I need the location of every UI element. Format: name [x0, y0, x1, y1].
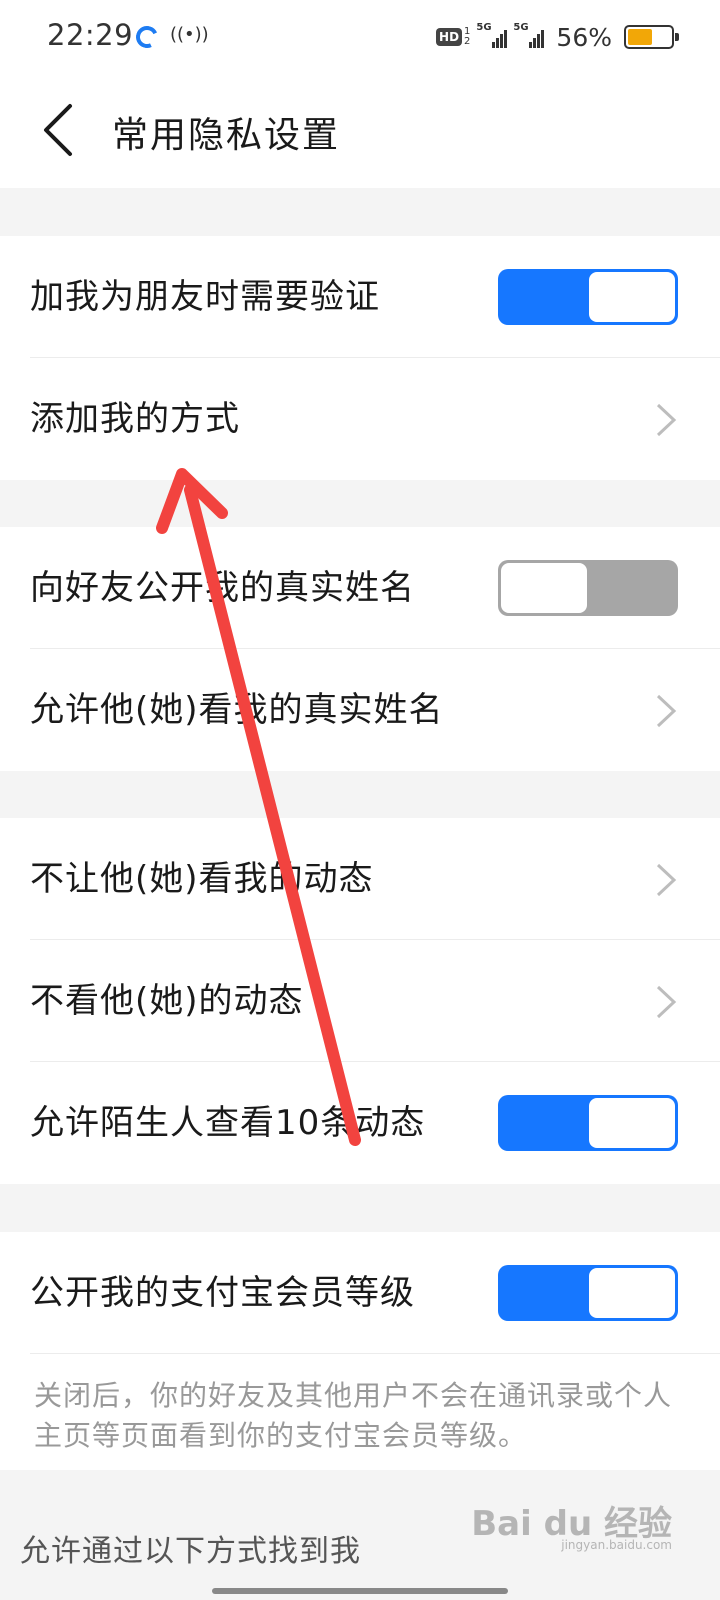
setting-row-allow-view-real-name[interactable]: 允许他(她)看我的真实姓名	[0, 649, 720, 771]
status-time: 22:29	[47, 18, 134, 52]
friend-verification-toggle[interactable]	[498, 269, 678, 325]
stranger-view-moments-toggle[interactable]	[498, 1095, 678, 1151]
member-level-hint: 关闭后，你的好友及其他用户不会在通讯录或个人主页等页面看到你的支付宝会员等级。	[34, 1379, 673, 1452]
show-real-name-toggle[interactable]	[498, 560, 678, 616]
setting-row-stranger-view-moments[interactable]: 允许陌生人查看10条动态	[0, 1062, 720, 1184]
chevron-right-icon	[656, 403, 677, 437]
sync-icon	[132, 22, 162, 52]
setting-label: 不让他(她)看我的动态	[30, 859, 374, 899]
chevron-left-icon	[44, 104, 72, 156]
public-member-level-toggle[interactable]	[498, 1265, 678, 1321]
back-button[interactable]	[32, 98, 92, 162]
chevron-right-icon	[656, 985, 677, 1019]
hotspot-icon: ((•))	[170, 24, 209, 45]
setting-label: 允许他(她)看我的真实姓名	[30, 690, 444, 730]
setting-row-hide-their-moments[interactable]: 不看他(她)的动态	[0, 940, 720, 1062]
setting-label: 公开我的支付宝会员等级	[30, 1273, 415, 1313]
setting-row-add-me-methods[interactable]: 添加我的方式	[0, 358, 720, 480]
battery-icon	[624, 25, 679, 49]
watermark-url: jingyan.baidu.com	[561, 1538, 672, 1552]
setting-label: 加我为朋友时需要验证	[30, 277, 380, 317]
status-bar: 22:29 ((•)) HD 1 2 5G 5G 56%	[0, 0, 720, 76]
signal-icon: 5G	[476, 22, 508, 48]
settings-group: 加我为朋友时需要验证 添加我的方式	[0, 236, 720, 480]
nav-bar: 常用隐私设置	[0, 76, 720, 188]
battery-fill	[628, 29, 652, 45]
hd-icon: HD	[436, 28, 463, 46]
hd-sim-indicator: 1 2	[464, 26, 471, 47]
setting-row-public-member-level[interactable]: 公开我的支付宝会员等级	[0, 1232, 720, 1354]
battery-percent: 56%	[556, 22, 612, 52]
chevron-right-icon	[656, 863, 677, 897]
setting-label: 允许陌生人查看10条动态	[30, 1103, 426, 1143]
home-indicator[interactable]	[212, 1588, 508, 1594]
settings-group: 不让他(她)看我的动态 不看他(她)的动态 允许陌生人查看10条动态	[0, 818, 720, 1184]
section-header: 允许通过以下方式找到我	[20, 1534, 361, 1569]
setting-label: 不看他(她)的动态	[30, 981, 304, 1021]
signal-icon: 5G	[513, 22, 545, 48]
setting-label: 添加我的方式	[30, 399, 240, 439]
status-indicators: HD 1 2 5G 5G 56%	[436, 20, 679, 54]
setting-row-friend-verification[interactable]: 加我为朋友时需要验证	[0, 236, 720, 358]
setting-label: 向好友公开我的真实姓名	[30, 568, 415, 608]
setting-row-hide-my-moments[interactable]: 不让他(她)看我的动态	[0, 818, 720, 940]
page-title: 常用隐私设置	[112, 115, 341, 156]
chevron-right-icon	[656, 694, 677, 728]
divider	[30, 1353, 720, 1354]
settings-group: 向好友公开我的真实姓名 允许他(她)看我的真实姓名	[0, 527, 720, 771]
setting-row-show-real-name[interactable]: 向好友公开我的真实姓名	[0, 527, 720, 649]
